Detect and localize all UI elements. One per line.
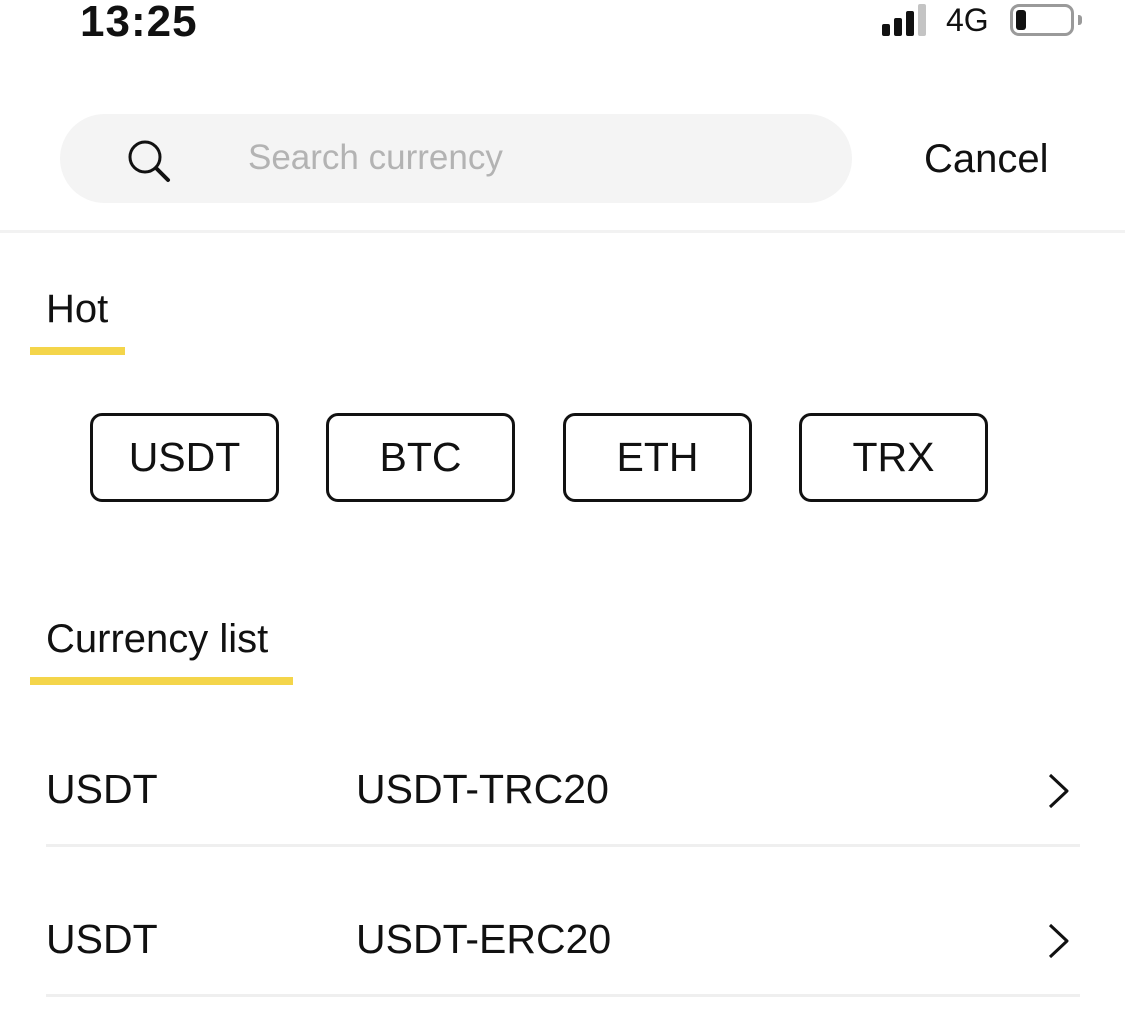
currency-list-title: Currency list: [46, 617, 269, 661]
header-divider: [0, 230, 1125, 233]
cancel-button[interactable]: Cancel: [924, 136, 1049, 182]
hot-section-title: Hot: [46, 287, 109, 331]
chevron-right-icon: [1048, 923, 1069, 959]
network-type: 4G: [946, 2, 989, 38]
hot-chip-eth[interactable]: ETH: [563, 413, 752, 502]
hot-chip-btc[interactable]: BTC: [326, 413, 515, 502]
hot-currency-chips: USDT BTC ETH TRX: [90, 413, 990, 503]
battery-icon: [1010, 4, 1084, 36]
currency-list-title-underline: [30, 677, 293, 685]
signal-icon: [882, 4, 934, 36]
list-divider: [46, 844, 1080, 847]
chevron-right-icon: [1048, 773, 1069, 809]
hot-chip-trx[interactable]: TRX: [799, 413, 988, 502]
currency-network: USDT-ERC20: [356, 916, 612, 962]
currency-symbol: USDT: [46, 766, 158, 812]
search-input[interactable]: [248, 132, 808, 184]
currency-network: USDT-TRC20: [356, 766, 609, 812]
currency-symbol: USDT: [46, 916, 158, 962]
list-item-usdt-trc20[interactable]: USDT USDT-TRC20: [0, 712, 1125, 862]
status-time: 13:25: [80, 0, 198, 46]
currency-search-screen: 13:25 4G Cancel Hot USDT BTC ETH TRX Cur…: [0, 0, 1125, 1009]
search-icon: [128, 140, 170, 182]
hot-chip-usdt[interactable]: USDT: [90, 413, 279, 502]
hot-title-underline: [30, 347, 125, 355]
list-item-usdt-erc20[interactable]: USDT USDT-ERC20: [0, 862, 1125, 1009]
search-bar[interactable]: [60, 114, 852, 203]
status-bar: 13:25 4G: [0, 0, 1125, 50]
list-divider: [46, 994, 1080, 997]
